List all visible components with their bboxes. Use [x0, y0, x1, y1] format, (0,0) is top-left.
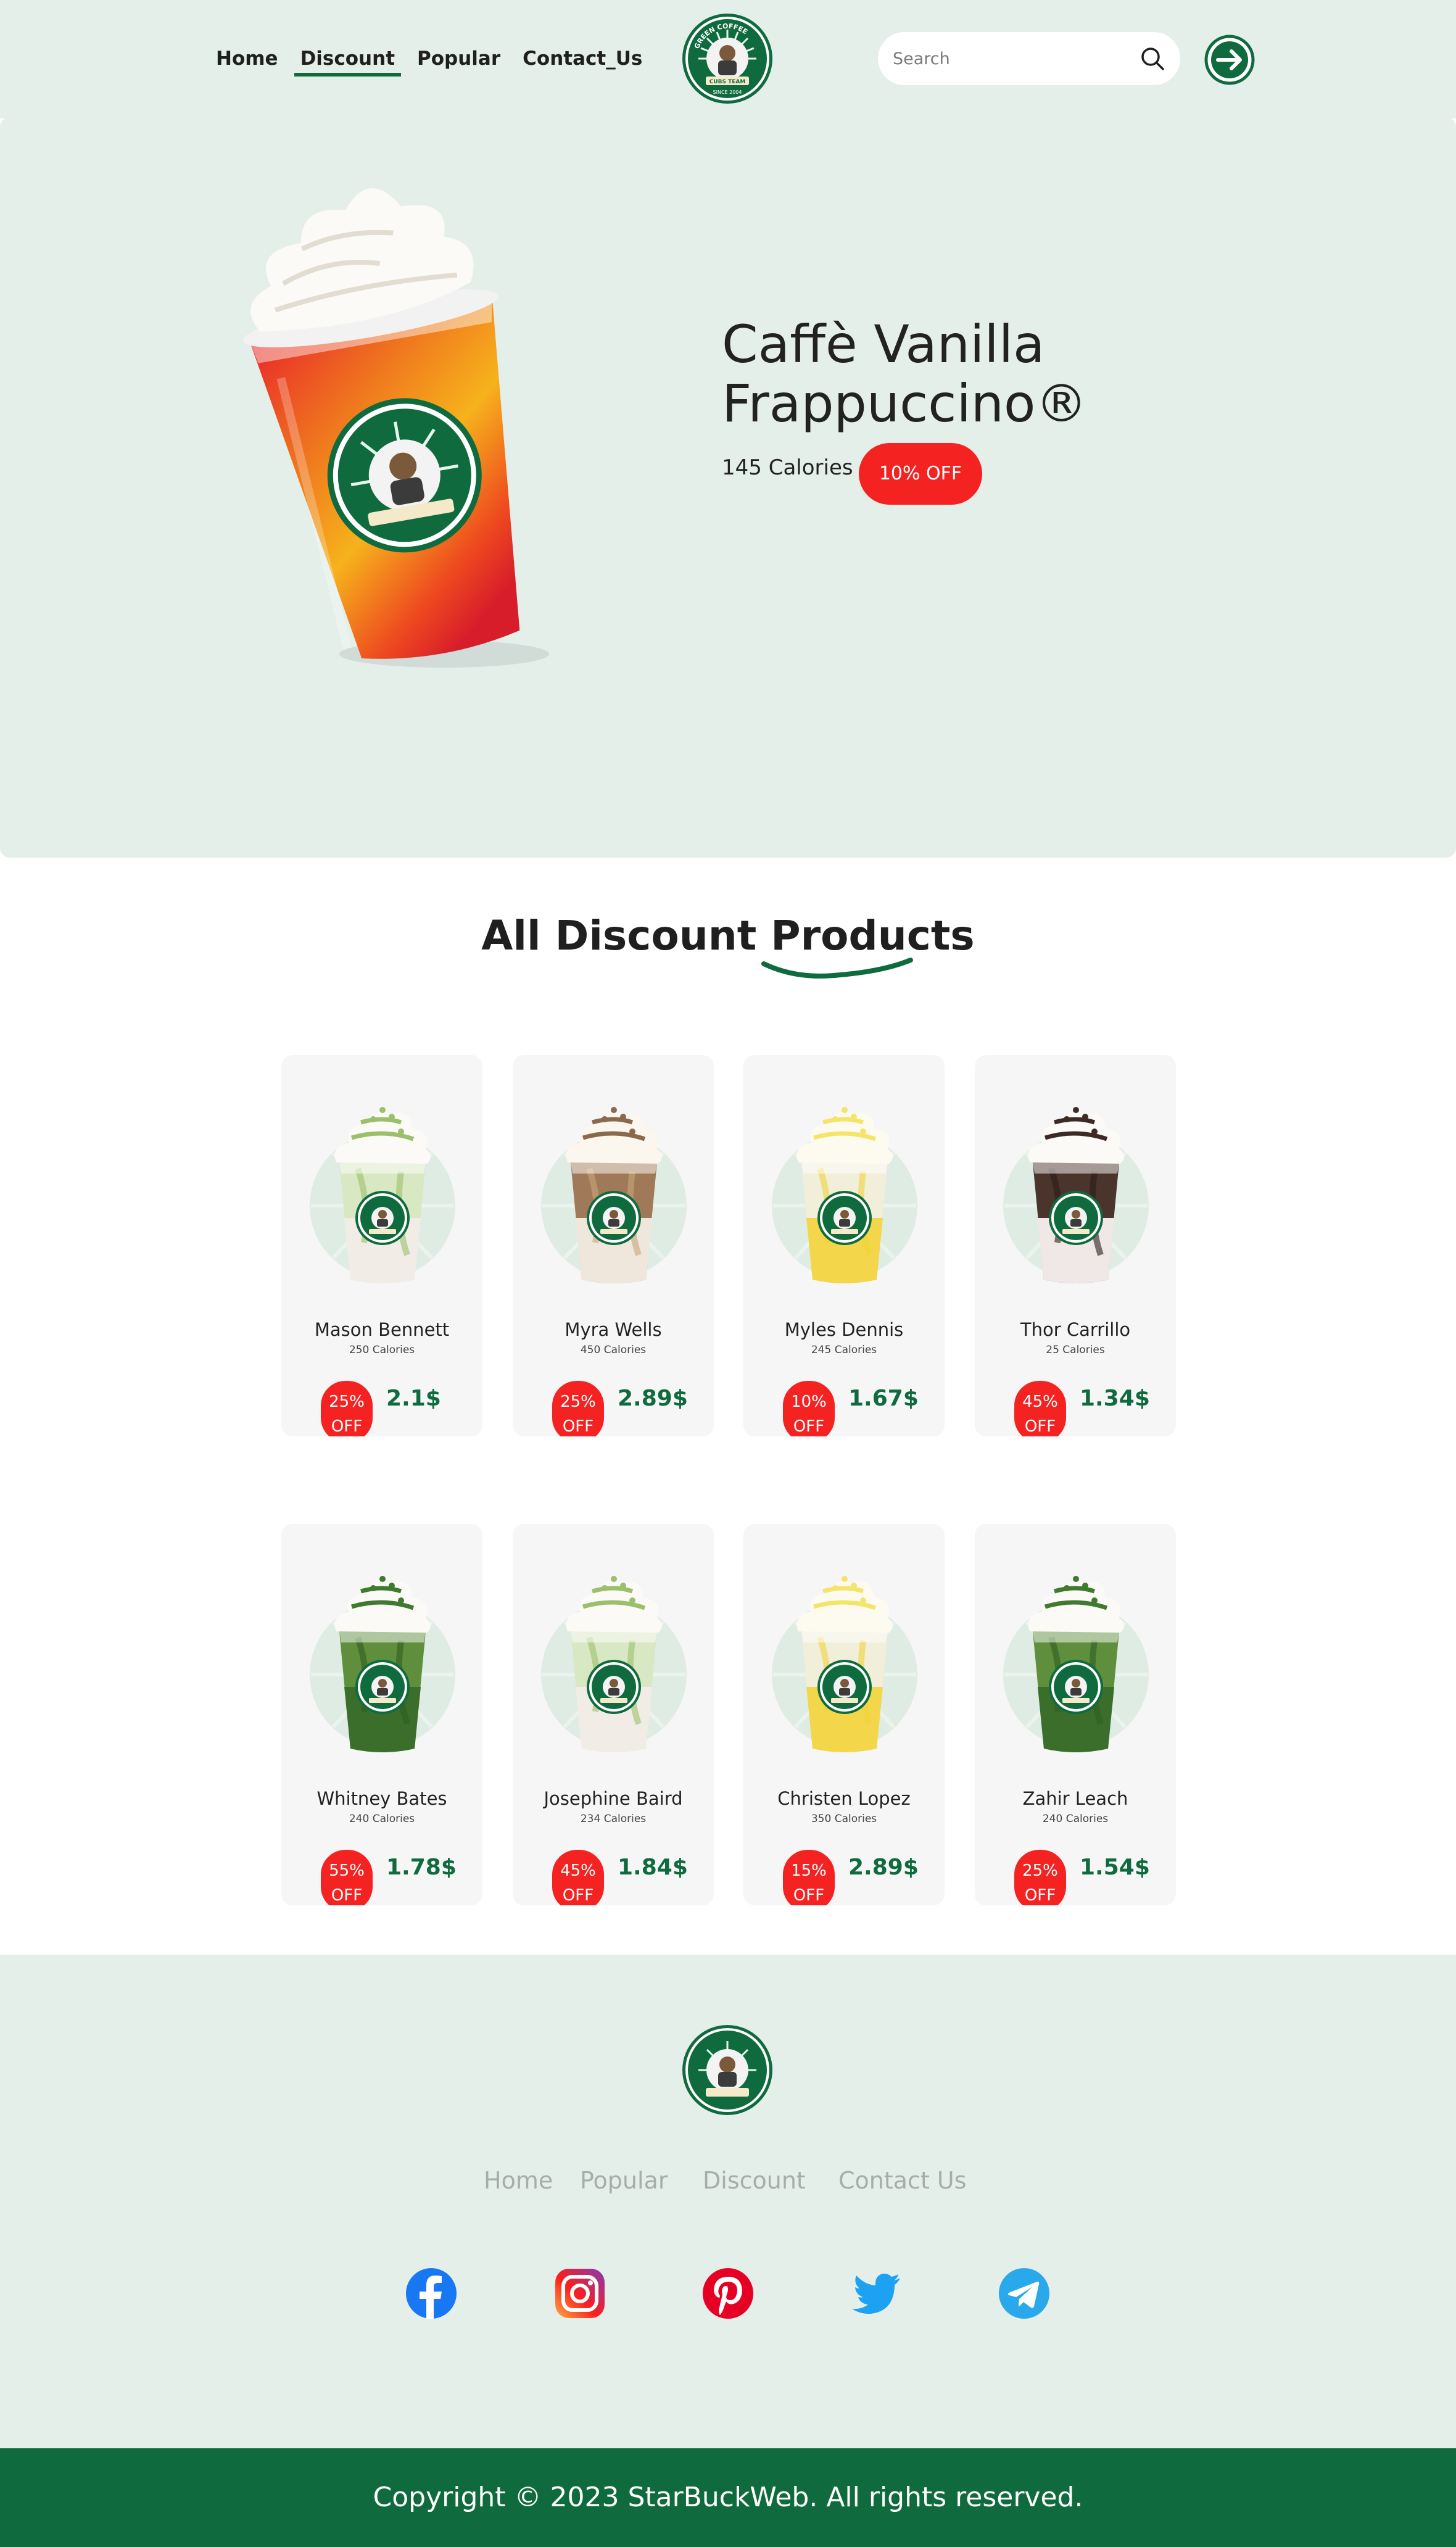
pinterest-icon[interactable]	[701, 2267, 755, 2320]
hero-discount-badge: 10% OFF	[859, 443, 982, 505]
product-price: 2.89$	[618, 1386, 688, 1411]
product-discount-badge: 25% OFF	[552, 1381, 604, 1436]
search-icon[interactable]	[1138, 44, 1167, 73]
product-name: Mason Bennett	[314, 1319, 450, 1340]
product-price: 1.34$	[1080, 1386, 1150, 1411]
product-price: 1.78$	[386, 1855, 457, 1880]
product-discount-badge: 45% OFF	[1014, 1381, 1066, 1436]
arrow-right-circle-icon[interactable]	[1204, 35, 1255, 85]
product-image	[772, 1576, 917, 1752]
product-price: 2.1$	[386, 1386, 441, 1411]
product-price: 1.54$	[1080, 1855, 1150, 1880]
instagram-icon[interactable]	[553, 2267, 606, 2320]
copyright-bar: Copyright © 2023 StarBuckWeb. All rights…	[0, 2448, 1456, 2547]
twitter-icon[interactable]	[850, 2267, 903, 2320]
telegram-icon[interactable]	[998, 2267, 1051, 2320]
discount-percent: 45%	[560, 1862, 596, 1880]
facebook-icon[interactable]	[405, 2267, 458, 2320]
discount-off-label: OFF	[331, 1886, 363, 1905]
title-underline-decoration	[761, 958, 913, 979]
nav-popular-link[interactable]: Popular	[411, 43, 507, 77]
logo-subtext: CUBS TEAM	[709, 79, 746, 85]
product-name: Thor Carrillo	[1020, 1319, 1131, 1340]
product-card[interactable]: Mason Bennett 250 Calories 25% OFF 2.1$	[281, 1055, 482, 1436]
product-image	[1003, 1107, 1149, 1283]
discount-off-label: OFF	[1024, 1886, 1056, 1905]
footer-link-home[interactable]: Home	[484, 2167, 553, 2194]
hero-frappuccino-image	[242, 188, 549, 668]
hero-title: Caffè Vanilla Frappuccino®	[722, 314, 1088, 434]
discount-off-label: OFF	[793, 1886, 825, 1905]
search-input[interactable]	[893, 46, 1127, 72]
product-image	[310, 1576, 455, 1752]
discount-off-label: OFF	[562, 1417, 594, 1436]
brand-logo[interactable]: GREEN COFFEE CUBS TEAM SINCE 2004	[681, 12, 774, 105]
logo-since: SINCE 2004	[713, 89, 742, 95]
product-discount-badge: 25% OFF	[321, 1381, 373, 1436]
product-name: Whitney Bates	[316, 1788, 447, 1809]
discount-percent: 25%	[329, 1393, 365, 1411]
product-discount-badge: 45% OFF	[552, 1850, 604, 1905]
product-image	[541, 1576, 687, 1752]
product-calories: 350 Calories	[811, 1813, 877, 1825]
nav-discount-link[interactable]: Discount	[294, 43, 402, 77]
main-nav: Home Discount Popular Contact_Us	[210, 43, 658, 77]
discount-percent: 25%	[1022, 1862, 1058, 1880]
product-name: Christen Lopez	[777, 1788, 911, 1809]
product-price: 1.84$	[618, 1855, 688, 1880]
product-calories: 250 Calories	[349, 1344, 415, 1356]
product-calories: 240 Calories	[349, 1813, 415, 1825]
product-name: Myra Wells	[565, 1319, 662, 1340]
product-card[interactable]: Thor Carrillo 25 Calories 45% OFF 1.34$	[975, 1055, 1176, 1436]
hero-calories: 145 Calories	[722, 455, 853, 480]
product-card[interactable]: Myles Dennis 245 Calories 10% OFF 1.67$	[743, 1055, 945, 1436]
product-discount-badge: 55% OFF	[321, 1850, 373, 1905]
product-card[interactable]: Whitney Bates 240 Calories 55% OFF 1.78$	[281, 1524, 482, 1905]
product-name: Zahir Leach	[1022, 1788, 1128, 1809]
product-price: 1.67$	[848, 1386, 919, 1411]
footer-link-discount[interactable]: Discount	[703, 2167, 806, 2194]
site-header: Home Discount Popular Contact_Us GREEN C…	[0, 0, 1456, 118]
nav-contact-link[interactable]: Contact_Us	[516, 43, 648, 77]
product-card[interactable]: Josephine Baird 234 Calories 45% OFF 1.8…	[513, 1524, 714, 1905]
site-footer: Home Popular Discount Contact Us	[0, 1955, 1456, 2448]
discount-off-label: OFF	[562, 1886, 594, 1905]
discount-percent: 10%	[791, 1393, 827, 1411]
product-image	[310, 1107, 455, 1283]
discount-off-label: OFF	[1024, 1417, 1056, 1436]
nav-home-link[interactable]: Home	[210, 43, 284, 77]
discount-percent: 45%	[1022, 1393, 1058, 1411]
footer-brand-logo[interactable]	[681, 2024, 774, 2116]
footer-link-popular[interactable]: Popular	[580, 2167, 668, 2194]
product-calories: 245 Calories	[811, 1344, 877, 1356]
product-calories: 25 Calories	[1046, 1344, 1105, 1356]
discount-percent: 25%	[560, 1393, 596, 1411]
search-box	[878, 32, 1180, 85]
product-calories: 234 Calories	[580, 1813, 647, 1825]
product-card[interactable]: Myra Wells 450 Calories 25% OFF 2.89$	[513, 1055, 714, 1436]
product-name: Josephine Baird	[544, 1788, 683, 1809]
product-image	[1003, 1576, 1149, 1752]
product-image	[541, 1107, 687, 1283]
product-calories: 450 Calories	[580, 1344, 647, 1356]
product-card[interactable]: Christen Lopez 350 Calories 15% OFF 2.89…	[743, 1524, 945, 1905]
discount-percent: 15%	[791, 1862, 827, 1880]
hero-banner: Caffè Vanilla Frappuccino® 145 Calories …	[0, 117, 1456, 858]
footer-links: Home Popular Discount Contact Us	[0, 2167, 1456, 2198]
product-discount-badge: 10% OFF	[783, 1381, 835, 1436]
product-price: 2.89$	[848, 1855, 919, 1880]
product-discount-badge: 15% OFF	[783, 1850, 835, 1905]
product-name: Myles Dennis	[784, 1319, 904, 1340]
footer-link-contact[interactable]: Contact Us	[838, 2167, 967, 2194]
discount-off-label: OFF	[331, 1417, 363, 1436]
product-image	[772, 1107, 917, 1283]
product-discount-badge: 25% OFF	[1014, 1850, 1066, 1905]
discount-percent: 55%	[329, 1862, 365, 1880]
section-title: All Discount Products	[481, 912, 975, 959]
discount-off-label: OFF	[793, 1417, 825, 1436]
product-calories: 240 Calories	[1042, 1813, 1109, 1825]
product-card[interactable]: Zahir Leach 240 Calories 25% OFF 1.54$	[975, 1524, 1176, 1905]
